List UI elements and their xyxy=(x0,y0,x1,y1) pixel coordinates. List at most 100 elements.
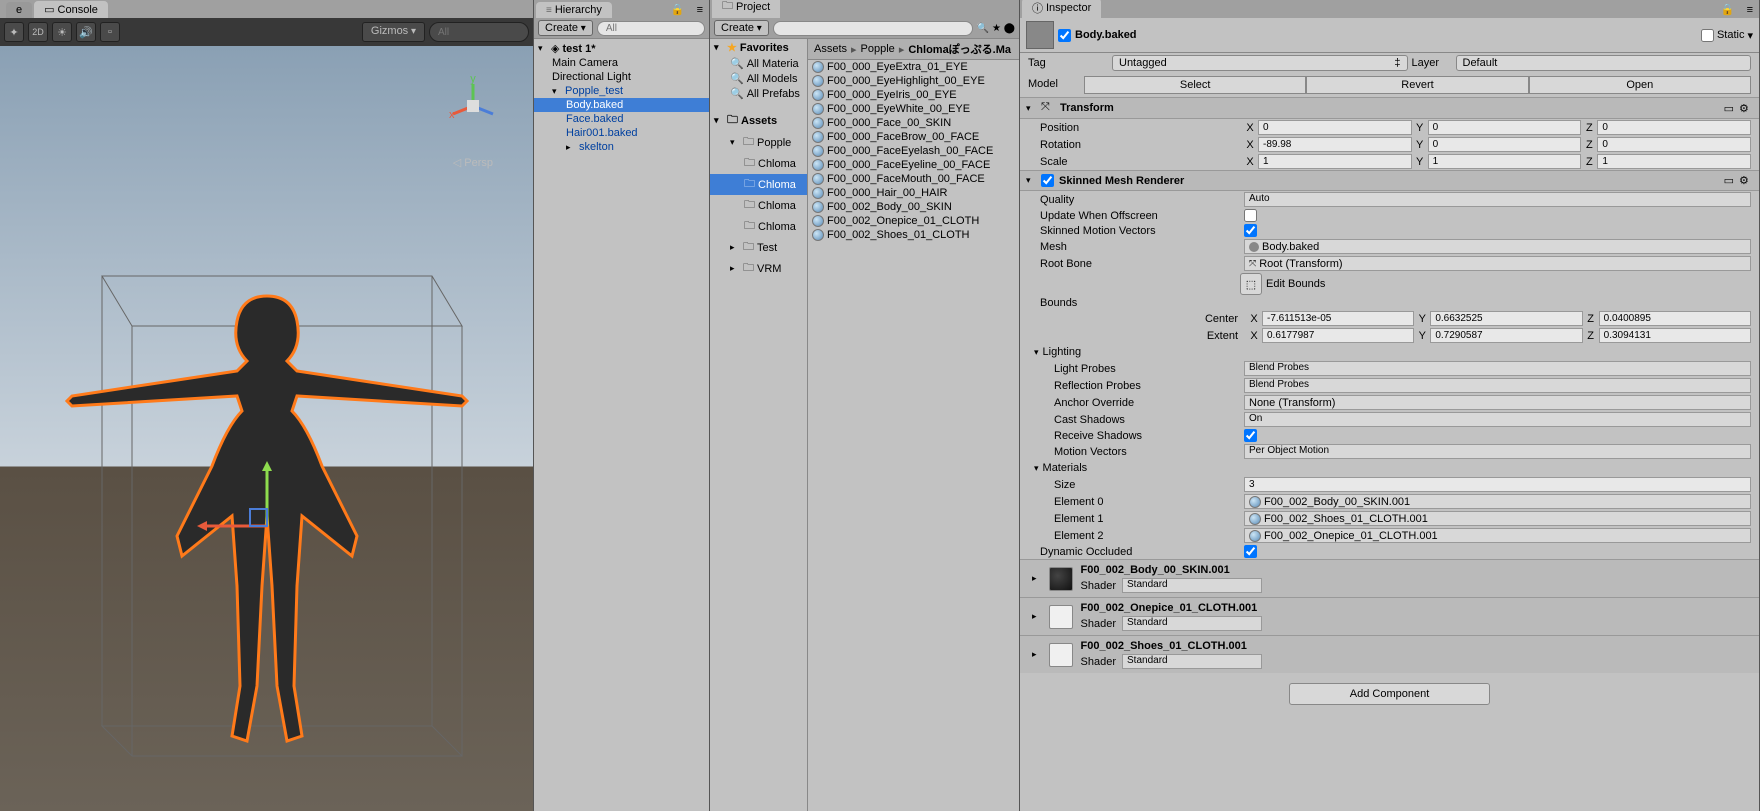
tab-e[interactable]: e xyxy=(6,2,32,18)
fav-materials[interactable]: 🔍All Materia xyxy=(710,56,807,71)
rot-x[interactable] xyxy=(1258,137,1412,152)
audio-button[interactable]: 🔊 xyxy=(76,22,96,42)
mesh-field[interactable]: Body.baked xyxy=(1244,239,1751,254)
active-checkbox[interactable] xyxy=(1058,29,1071,42)
material-asset[interactable]: F00_000_FaceEyelash_00_FACE xyxy=(808,144,1019,158)
collapse-arrow[interactable]: ▾ xyxy=(1026,103,1036,114)
breadcrumb-assets[interactable]: Assets xyxy=(814,43,847,55)
cs-select[interactable]: On xyxy=(1244,412,1751,427)
hierarchy-item-hair[interactable]: Hair001.baked xyxy=(534,126,709,140)
rot-y[interactable] xyxy=(1428,137,1582,152)
mv-select[interactable]: Per Object Motion xyxy=(1244,444,1751,459)
root-field[interactable]: ⤧Root (Transform) xyxy=(1244,256,1751,271)
tab-hierarchy[interactable]: ≡ Hierarchy xyxy=(536,2,612,18)
gizmos-dropdown[interactable]: Gizmos ▾ xyxy=(362,22,425,42)
material-asset[interactable]: F00_000_FaceMouth_00_FACE xyxy=(808,172,1019,186)
model-open-button[interactable]: Open xyxy=(1529,76,1751,94)
folder-chloma-2[interactable]: 🗀 Chloma xyxy=(710,174,807,195)
folder-chloma-3[interactable]: 🗀 Chloma xyxy=(710,195,807,216)
center-y[interactable] xyxy=(1430,311,1582,326)
scene-viewport[interactable]: y x ◁ Persp xyxy=(0,46,533,811)
collapse-arrow[interactable]: ▾ xyxy=(1034,463,1039,474)
scale-x[interactable] xyxy=(1258,154,1412,169)
rp-select[interactable]: Blend Probes xyxy=(1244,378,1751,393)
expand-arrow[interactable]: ▸ xyxy=(1028,573,1041,584)
filter-icons[interactable]: 🔍 ★ ⬤ xyxy=(977,23,1015,34)
element-field[interactable]: F00_002_Onepice_01_CLOTH.001 xyxy=(1244,528,1751,543)
orientation-gizmo[interactable]: y x xyxy=(443,76,503,136)
project-search[interactable] xyxy=(773,21,973,36)
shader-select[interactable]: Standard xyxy=(1122,578,1262,593)
expand-arrow[interactable]: ▸ xyxy=(1028,649,1041,660)
material-asset[interactable]: F00_000_Face_00_SKIN xyxy=(808,116,1019,130)
expand-arrow[interactable]: ▾ xyxy=(552,86,562,97)
pos-y[interactable] xyxy=(1428,120,1582,135)
pos-z[interactable] xyxy=(1597,120,1751,135)
light-button[interactable]: ☀ xyxy=(52,22,72,42)
element-field[interactable]: F00_002_Shoes_01_CLOTH.001 xyxy=(1244,511,1751,526)
gear-icon[interactable]: ⚙ xyxy=(1739,174,1753,187)
folder-test[interactable]: ▸🗀 Test xyxy=(710,237,807,258)
material-asset[interactable]: F00_000_EyeWhite_00_EYE xyxy=(808,102,1019,116)
static-checkbox[interactable] xyxy=(1701,29,1714,42)
folder-vrm[interactable]: ▸🗀 VRM xyxy=(710,258,807,279)
material-asset[interactable]: F00_000_EyeIris_00_EYE xyxy=(808,88,1019,102)
material-asset[interactable]: F00_000_EyeExtra_01_EYE xyxy=(808,60,1019,74)
fav-models[interactable]: 🔍All Models xyxy=(710,71,807,86)
folder-chloma-1[interactable]: 🗀 Chloma xyxy=(710,153,807,174)
tab-inspector[interactable]: ⓘ Inspector xyxy=(1022,0,1101,18)
scale-z[interactable] xyxy=(1597,154,1751,169)
folder-popple[interactable]: ▾🗀 Popple xyxy=(710,132,807,153)
expand-arrow[interactable]: ▾ xyxy=(538,43,548,54)
character-model[interactable] xyxy=(42,266,492,766)
shader-select[interactable]: Standard xyxy=(1122,616,1262,631)
material-asset[interactable]: F00_000_Hair_00_HAIR xyxy=(808,186,1019,200)
layer-dropdown[interactable]: Default xyxy=(1456,55,1752,71)
pos-x[interactable] xyxy=(1258,120,1412,135)
scene-root[interactable]: ▾ ◈ test 1* xyxy=(534,41,709,56)
edit-bounds-icon-button[interactable]: ⬚ xyxy=(1240,273,1262,295)
material-asset[interactable]: F00_002_Shoes_01_CLOTH xyxy=(808,228,1019,242)
uwo-check[interactable] xyxy=(1244,209,1257,222)
assets-header[interactable]: ▾🗀 Assets xyxy=(710,109,807,132)
extent-y[interactable] xyxy=(1430,328,1582,343)
material-asset[interactable]: F00_000_FaceEyeline_00_FACE xyxy=(808,158,1019,172)
inspector-menu[interactable]: ≡ xyxy=(1741,2,1759,18)
breadcrumb-popple[interactable]: Popple xyxy=(861,43,895,55)
scene-search[interactable] xyxy=(429,22,529,42)
material-asset[interactable]: F00_000_EyeHighlight_00_EYE xyxy=(808,74,1019,88)
tab-project[interactable]: 🗀 Project xyxy=(712,0,780,18)
hierarchy-item-light[interactable]: Directional Light xyxy=(534,70,709,84)
size-input[interactable] xyxy=(1244,477,1751,492)
hierarchy-item-skeleton[interactable]: ▸ skelton xyxy=(534,140,709,154)
project-create-button[interactable]: Create ▾ xyxy=(714,20,769,36)
hierarchy-item-body[interactable]: Body.baked xyxy=(534,98,709,112)
scale-y[interactable] xyxy=(1428,154,1582,169)
hierarchy-search[interactable] xyxy=(597,21,705,36)
folder-chloma-4[interactable]: 🗀 Chloma xyxy=(710,216,807,237)
help-icon[interactable]: ▭ xyxy=(1724,102,1734,115)
tag-dropdown[interactable]: Untagged‡ xyxy=(1112,55,1408,71)
center-x[interactable] xyxy=(1262,311,1414,326)
anchor-field[interactable]: None (Transform) xyxy=(1244,395,1751,410)
material-asset[interactable]: F00_000_FaceBrow_00_FACE xyxy=(808,130,1019,144)
gear-icon[interactable]: ⚙ xyxy=(1739,102,1753,115)
hierarchy-menu[interactable]: ≡ xyxy=(691,2,709,18)
fx-button[interactable]: ▫ xyxy=(100,22,120,42)
model-select-button[interactable]: Select xyxy=(1084,76,1306,94)
smr-enabled[interactable] xyxy=(1041,174,1054,187)
quality-select[interactable]: Auto xyxy=(1244,192,1751,207)
smv-check[interactable] xyxy=(1244,224,1257,237)
model-revert-button[interactable]: Revert xyxy=(1306,76,1528,94)
rot-z[interactable] xyxy=(1597,137,1751,152)
lp-select[interactable]: Blend Probes xyxy=(1244,361,1751,376)
element-field[interactable]: F00_002_Body_00_SKIN.001 xyxy=(1244,494,1751,509)
add-component-button[interactable]: Add Component xyxy=(1289,683,1491,705)
hierarchy-item-camera[interactable]: Main Camera xyxy=(534,56,709,70)
expand-arrow[interactable]: ▸ xyxy=(566,142,576,153)
breadcrumb-current[interactable]: Chlomaぽっぷる.Ma xyxy=(908,41,1011,57)
inspector-lock[interactable]: 🔒 xyxy=(1715,1,1741,18)
2d-button[interactable]: 2D xyxy=(28,22,48,42)
collapse-arrow[interactable]: ▾ xyxy=(1026,175,1036,186)
material-asset[interactable]: F00_002_Onepice_01_CLOTH xyxy=(808,214,1019,228)
